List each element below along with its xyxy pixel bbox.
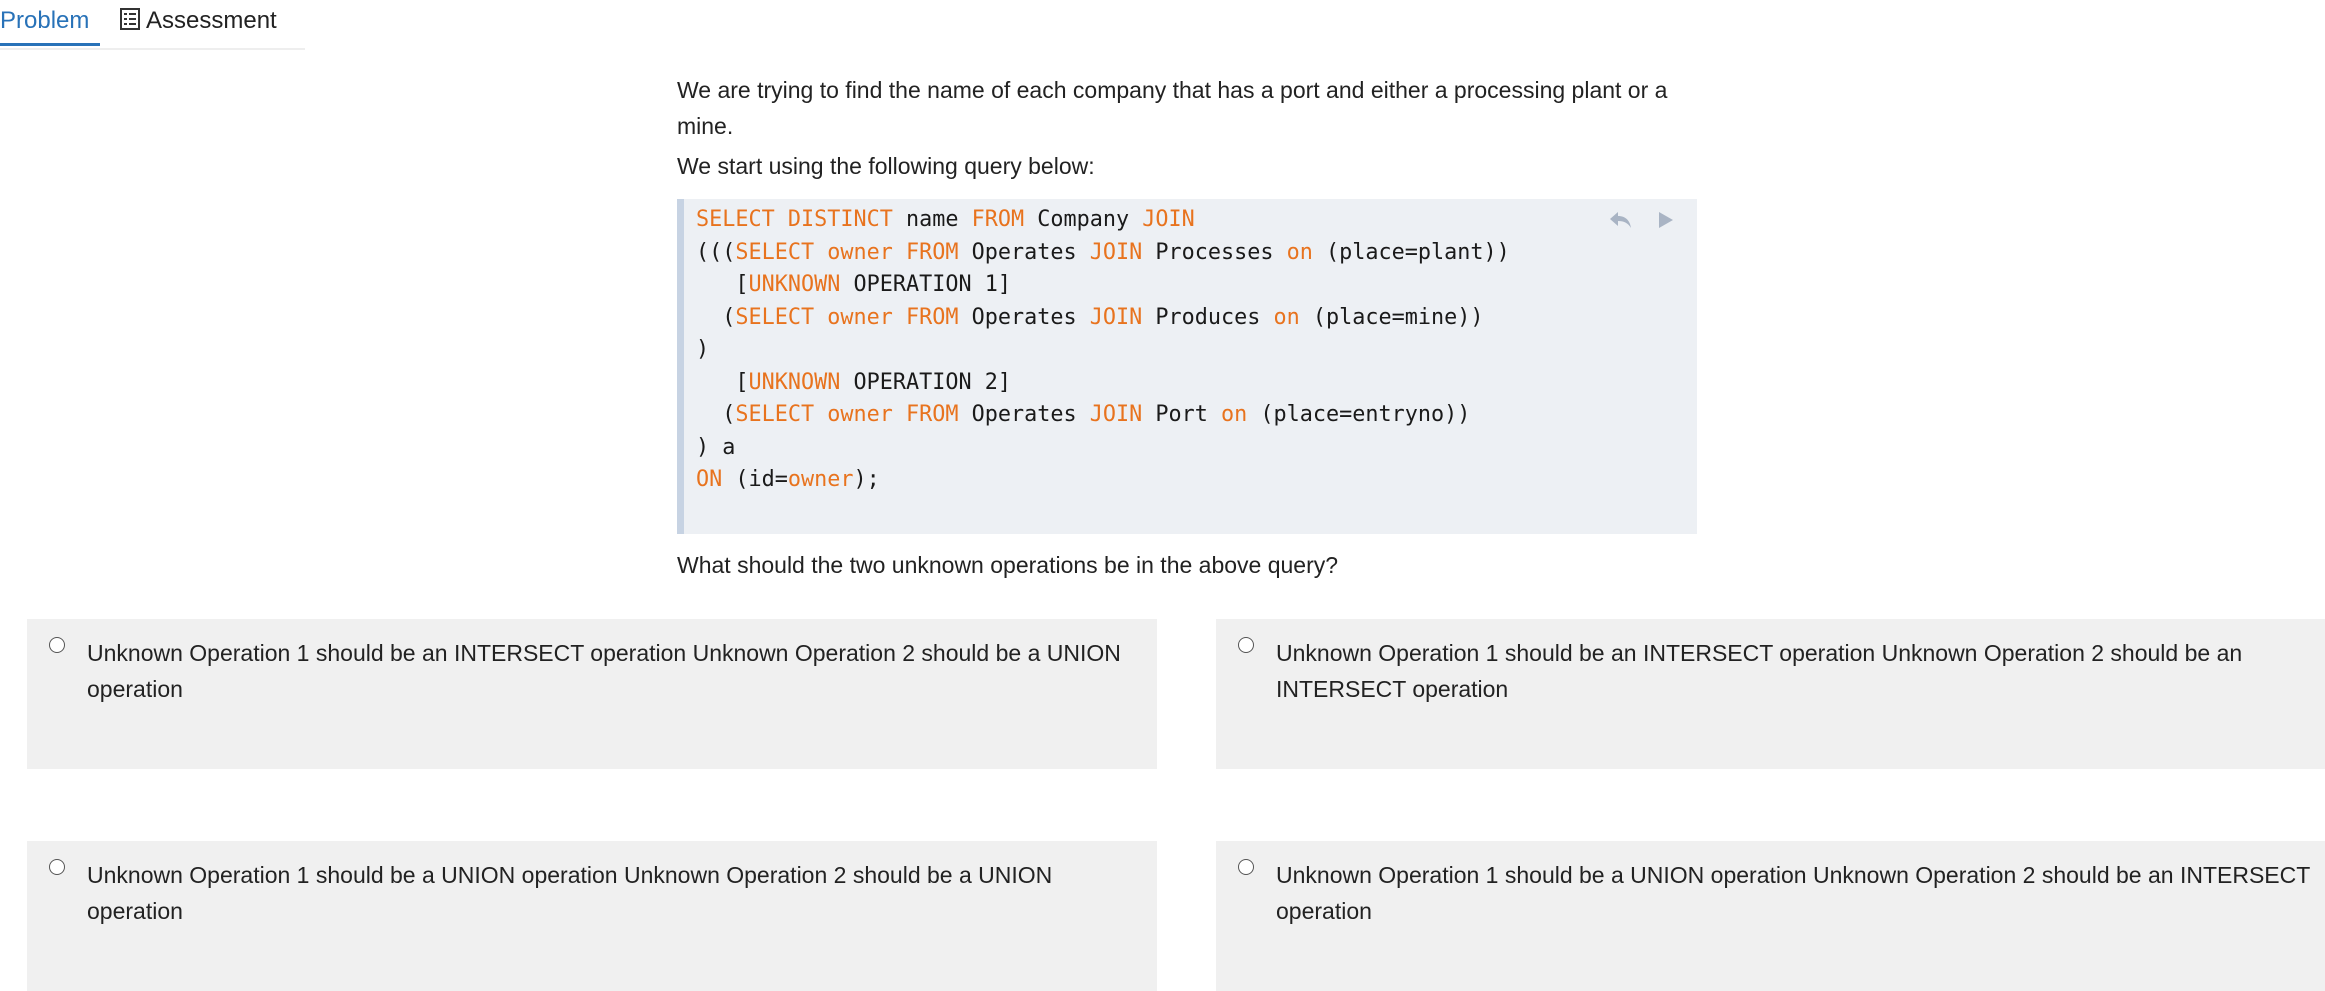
code-line: (SELECT owner FROM Operates JOIN Port on… (696, 402, 1471, 427)
question-text: What should the two unknown operations b… (677, 552, 1339, 578)
answer-option-label: Unknown Operation 1 should be an INTERSE… (87, 640, 1121, 702)
radio-button[interactable] (1238, 859, 1254, 875)
radio-button[interactable] (49, 637, 65, 653)
code-line: ) a (696, 434, 736, 460)
code-toolbar (1607, 207, 1679, 233)
code-line: SELECT DISTINCT name FROM Company JOIN (696, 207, 1195, 232)
code-text: SELECT DISTINCT name FROM Company JOIN (… (696, 204, 1510, 497)
tab-problem[interactable]: Problem (0, 0, 100, 46)
code-line: (((SELECT owner FROM Operates JOIN Proce… (696, 239, 1510, 265)
answer-option-1[interactable]: Unknown Operation 1 should be an INTERSE… (27, 619, 1157, 769)
prompt-start: We start using the following query below… (677, 153, 1095, 179)
code-line: (SELECT owner FROM Operates JOIN Produce… (696, 304, 1484, 330)
tab-assessment[interactable]: Assessment (120, 0, 277, 46)
answer-option-2[interactable]: Unknown Operation 1 should be an INTERSE… (1216, 619, 2325, 769)
tab-problem-label: Problem (0, 7, 90, 34)
code-block: SELECT DISTINCT name FROM Company JOIN (… (677, 199, 1697, 534)
code-line: [UNKNOWN OPERATION 2] (696, 369, 1011, 395)
answer-option-4[interactable]: Unknown Operation 1 should be a UNION op… (1216, 841, 2325, 991)
answer-option-label: Unknown Operation 1 should be an INTERSE… (1276, 640, 2243, 702)
problem-prompt: We are trying to find the name of each c… (677, 72, 1697, 184)
code-line: [UNKNOWN OPERATION 1] (696, 272, 1011, 297)
code-line: ON (id=owner); (696, 467, 880, 492)
radio-button[interactable] (1238, 637, 1254, 653)
undo-icon[interactable] (1607, 207, 1635, 233)
tab-bar: Problem Assessment (0, 0, 305, 50)
answer-option-label: Unknown Operation 1 should be a UNION op… (1276, 862, 2310, 924)
answer-option-label: Unknown Operation 1 should be a UNION op… (87, 862, 1053, 924)
code-line: ) (696, 337, 710, 362)
tab-assessment-label: Assessment (146, 7, 277, 34)
answer-option-3[interactable]: Unknown Operation 1 should be a UNION op… (27, 841, 1157, 991)
prompt-intro: We are trying to find the name of each c… (677, 77, 1668, 139)
play-icon[interactable] (1651, 207, 1679, 233)
assessment-list-icon (120, 8, 140, 30)
radio-button[interactable] (49, 859, 65, 875)
